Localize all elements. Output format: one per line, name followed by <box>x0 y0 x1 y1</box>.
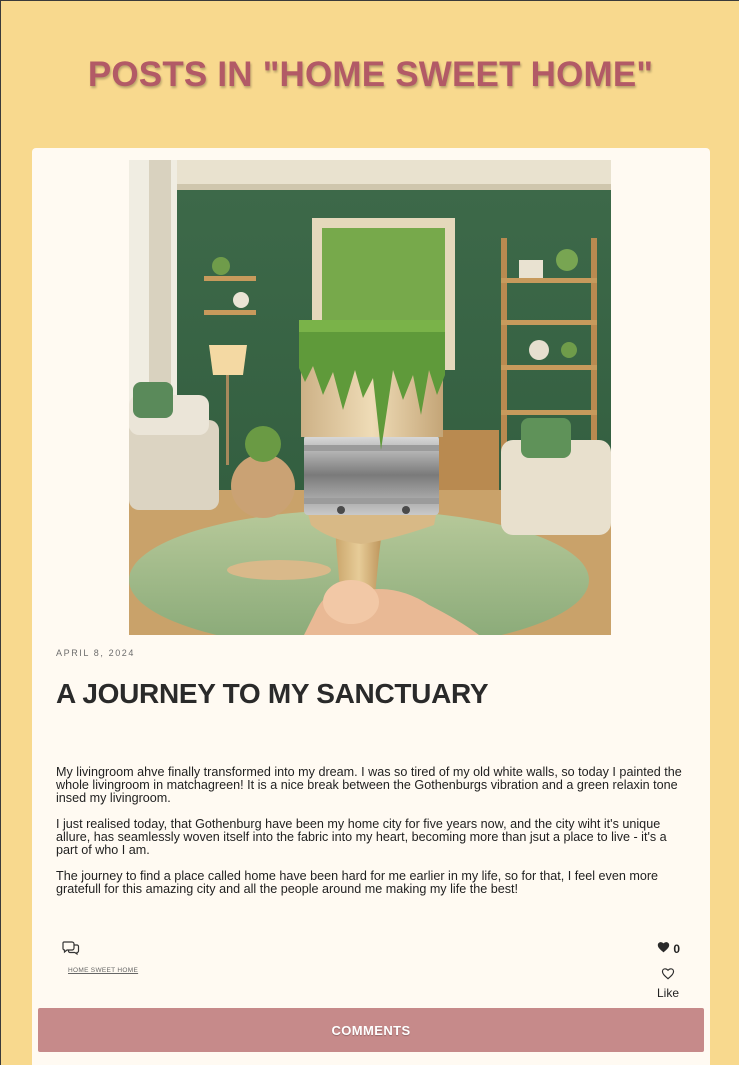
post-paragraph: I just realised today, that Gothenburg h… <box>56 817 667 857</box>
post-body: My livingroom ahve finally transformed i… <box>56 766 686 909</box>
like-count: 0 <box>673 941 680 956</box>
post-card: APRIL 8, 2024 A JOURNEY TO MY SANCTUARY … <box>32 148 710 1065</box>
like-button[interactable]: Like <box>653 967 683 1000</box>
page-title: POSTS IN "HOME SWEET HOME" <box>87 55 654 94</box>
comment-bubbles-icon[interactable] <box>62 940 80 956</box>
post-paragraph: My livingroom ahve finally transformed i… <box>56 765 682 805</box>
like-counter: 0 <box>657 941 680 956</box>
post-date: APRIL 8, 2024 <box>56 648 136 658</box>
post-title[interactable]: A JOURNEY TO MY SANCTUARY <box>56 678 686 710</box>
like-label: Like <box>656 986 679 1000</box>
tag-link-home-sweet-home[interactable]: HOME SWEET HOME <box>68 967 138 974</box>
heart-outline-icon <box>661 967 675 983</box>
heart-filled-icon <box>657 941 670 956</box>
comments-button[interactable]: COMMENTS <box>38 1008 704 1052</box>
post-paragraph: The journey to find a place called home … <box>56 869 659 896</box>
post-image[interactable] <box>129 160 611 635</box>
